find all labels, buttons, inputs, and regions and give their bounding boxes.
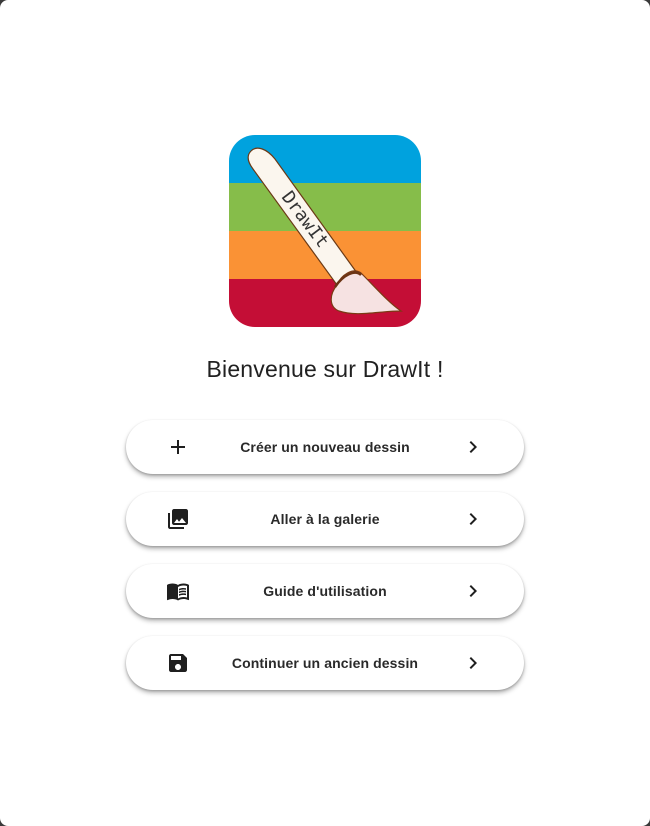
- chevron-right-icon: [461, 435, 485, 459]
- continue-drawing-button[interactable]: Continuer un ancien dessin: [126, 636, 524, 690]
- welcome-screen: DrawIt Bienvenue sur DrawIt ! Créer un n…: [0, 0, 650, 826]
- chevron-right-icon: [461, 579, 485, 603]
- drawit-logo: DrawIt: [229, 135, 421, 327]
- new-drawing-button[interactable]: Créer un nouveau dessin: [126, 420, 524, 474]
- user-guide-button[interactable]: Guide d'utilisation: [126, 564, 524, 618]
- welcome-title: Bienvenue sur DrawIt !: [206, 356, 444, 382]
- gallery-button[interactable]: Aller à la galerie: [126, 492, 524, 546]
- chevron-right-icon: [461, 651, 485, 675]
- chevron-right-icon: [461, 507, 485, 531]
- main-menu: Créer un nouveau dessin Aller à la galer…: [126, 420, 524, 708]
